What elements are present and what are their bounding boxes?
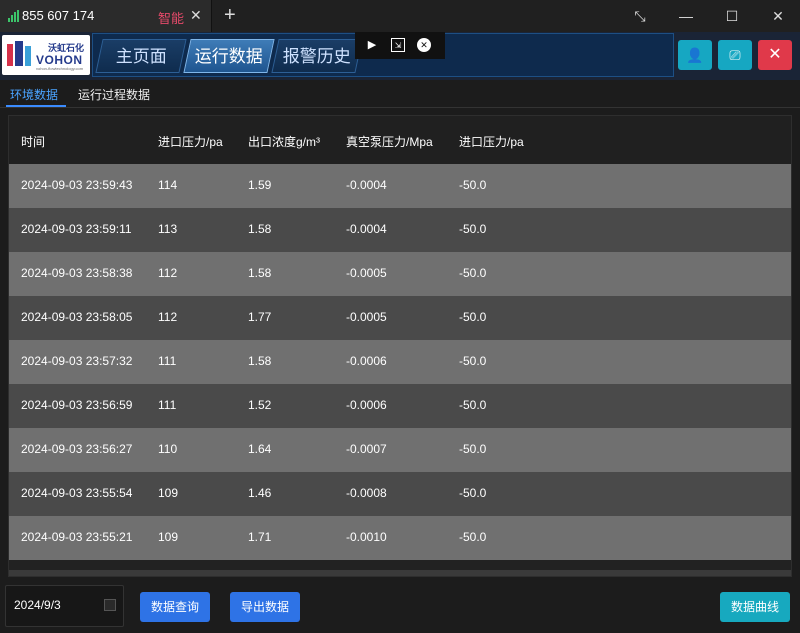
cell-outlet-concentration: 1.59 — [248, 178, 272, 192]
cell-inlet-pressure-2: -50.0 — [459, 222, 487, 236]
cell-inlet-pressure: 114 — [158, 178, 178, 192]
sub-tabs: 环境数据 运行过程数据 — [0, 80, 800, 108]
cell-time: 2024-09-03 23:56:59 — [21, 398, 133, 412]
screen-button[interactable]: ⎚ — [718, 40, 752, 70]
fullscreen-icon[interactable]: ⤡ — [630, 6, 650, 26]
tab-close-icon[interactable]: ✕ — [190, 7, 202, 24]
subtab-environment-data[interactable]: 环境数据 — [10, 86, 58, 103]
cell-time: 2024-09-03 23:57:32 — [21, 354, 133, 368]
date-value: 2024/9/3 — [14, 598, 61, 612]
logo-url-text: vohon-flowtechnology.com — [36, 66, 84, 71]
table-row[interactable]: 2024-09-03 23:55:21 109 1.71 -0.0010 -50.0 — [9, 516, 791, 560]
query-data-button[interactable]: 数据查询 — [140, 592, 210, 622]
column-header-inlet-pressure-2: 进口压力/pa — [459, 135, 524, 149]
cell-outlet-concentration: 1.58 — [248, 222, 272, 236]
cell-vacuum-pressure: -0.0004 — [346, 178, 387, 192]
cell-outlet-concentration: 1.58 — [248, 266, 272, 280]
cell-inlet-pressure-2: -50.0 — [459, 398, 487, 412]
cell-outlet-concentration: 1.52 — [248, 398, 272, 412]
new-tab-icon[interactable]: + — [224, 4, 236, 27]
table-row[interactable]: 2024-09-03 23:56:27 110 1.64 -0.0007 -50.0 — [9, 428, 791, 472]
cell-inlet-pressure-2: -50.0 — [459, 354, 487, 368]
browser-tab[interactable]: 855 607 174 智能 ✕ — [0, 0, 212, 32]
tab-title: 855 607 174 — [22, 8, 95, 23]
exit-button[interactable]: ✕ — [758, 40, 792, 70]
table-row[interactable]: 2024-09-03 23:55:54 109 1.46 -0.0008 -50.0 — [9, 472, 791, 516]
cell-vacuum-pressure: -0.0005 — [346, 266, 387, 280]
logo-en-text: VOHON — [36, 53, 83, 67]
cell-inlet-pressure-2: -50.0 — [459, 310, 487, 324]
cell-time: 2024-09-03 23:56:27 — [21, 442, 133, 456]
table-row[interactable]: 2024-09-03 23:59:11 113 1.58 -0.0004 -50.0 — [9, 208, 791, 252]
cell-vacuum-pressure: -0.0004 — [346, 222, 387, 236]
cell-inlet-pressure: 111 — [158, 398, 177, 412]
cell-inlet-pressure-2: -50.0 — [459, 266, 487, 280]
cell-time: 2024-09-03 23:58:38 — [21, 266, 133, 280]
table-header: 时间 进口压力/pa 出口浓度g/m³ 真空泵压力/Mpa 进口压力/pa — [9, 116, 791, 164]
table-row[interactable]: 2024-09-03 23:58:05 112 1.77 -0.0005 -50.0 — [9, 296, 791, 340]
table-row[interactable]: 2024-09-03 23:57:32 111 1.58 -0.0006 -50.0 — [9, 340, 791, 384]
active-subtab-indicator — [6, 105, 66, 107]
cell-outlet-concentration: 1.71 — [248, 530, 272, 544]
nav-tab-home[interactable]: 主页面 — [95, 39, 187, 73]
minimize-icon[interactable]: — — [676, 6, 696, 26]
data-curve-button[interactable]: 数据曲线 — [720, 592, 790, 622]
cell-outlet-concentration: 1.64 — [248, 442, 272, 456]
cell-time: 2024-09-03 23:59:11 — [21, 222, 132, 236]
cell-inlet-pressure: 110 — [158, 442, 178, 456]
resize-icon[interactable]: ⇲ — [391, 38, 405, 52]
column-header-vacuum-pressure: 真空泵压力/Mpa — [346, 135, 433, 149]
cell-vacuum-pressure: -0.0008 — [346, 486, 387, 500]
cell-inlet-pressure-2: -50.0 — [459, 442, 487, 456]
cell-time: 2024-09-03 23:59:43 — [21, 178, 133, 192]
data-table: 时间 进口压力/pa 出口浓度g/m³ 真空泵压力/Mpa 进口压力/pa 20… — [8, 115, 792, 577]
cell-outlet-concentration: 1.46 — [248, 486, 272, 500]
signal-icon — [8, 10, 20, 22]
remote-toolbar: ▶ ⇲ ✕ — [355, 32, 445, 59]
browser-titlebar: 855 607 174 智能 ✕ + ⤡ — ☐ ✕ — [0, 0, 800, 32]
cell-inlet-pressure: 112 — [158, 310, 178, 324]
nav-tab-alarm-history[interactable]: 报警历史 — [271, 39, 363, 73]
cell-inlet-pressure: 109 — [158, 486, 179, 500]
cell-time: 2024-09-03 23:55:54 — [21, 486, 133, 500]
cell-time: 2024-09-03 23:55:21 — [21, 530, 133, 544]
column-header-time: 时间 — [21, 135, 46, 149]
tab-tag: 智能 — [158, 11, 185, 26]
nav-tab-running-data[interactable]: 运行数据 — [183, 39, 275, 73]
cell-inlet-pressure: 113 — [158, 222, 178, 236]
column-header-inlet-pressure: 进口压力/pa — [158, 135, 223, 149]
cell-vacuum-pressure: -0.0006 — [346, 398, 387, 412]
cell-vacuum-pressure: -0.0010 — [346, 530, 387, 544]
maximize-icon[interactable]: ☐ — [722, 6, 742, 26]
cell-outlet-concentration: 1.77 — [248, 310, 272, 324]
horizontal-scrollbar[interactable] — [9, 570, 791, 576]
column-header-outlet-concentration: 出口浓度g/m³ — [248, 135, 321, 149]
cell-inlet-pressure: 111 — [158, 354, 177, 368]
cell-outlet-concentration: 1.58 — [248, 354, 272, 368]
cell-vacuum-pressure: -0.0005 — [346, 310, 387, 324]
cell-inlet-pressure-2: -50.0 — [459, 178, 487, 192]
subtab-process-data[interactable]: 运行过程数据 — [78, 86, 150, 103]
window-close-icon[interactable]: ✕ — [768, 6, 788, 26]
table-row[interactable]: 2024-09-03 23:59:43 114 1.59 -0.0004 -50.0 — [9, 164, 791, 208]
calendar-icon[interactable] — [104, 599, 116, 611]
table-row[interactable]: 2024-09-03 23:58:38 112 1.58 -0.0005 -50.0 — [9, 252, 791, 296]
cell-time: 2024-09-03 23:58:05 — [21, 310, 133, 324]
cell-inlet-pressure: 109 — [158, 530, 179, 544]
table-row[interactable]: 2024-09-03 23:56:59 111 1.52 -0.0006 -50.0 — [9, 384, 791, 428]
toolbar-close-icon[interactable]: ✕ — [417, 38, 431, 52]
user-button[interactable]: 👤 — [678, 40, 712, 70]
cell-vacuum-pressure: -0.0007 — [346, 442, 387, 456]
cell-vacuum-pressure: -0.0006 — [346, 354, 387, 368]
cell-inlet-pressure-2: -50.0 — [459, 530, 487, 544]
cursor-icon[interactable]: ▶ — [365, 38, 379, 52]
cell-inlet-pressure: 112 — [158, 266, 178, 280]
logo-mark-icon — [7, 41, 31, 66]
cell-inlet-pressure-2: -50.0 — [459, 486, 487, 500]
export-data-button[interactable]: 导出数据 — [230, 592, 300, 622]
company-logo: 沃虹石化 VOHON vohon-flowtechnology.com — [2, 35, 90, 75]
